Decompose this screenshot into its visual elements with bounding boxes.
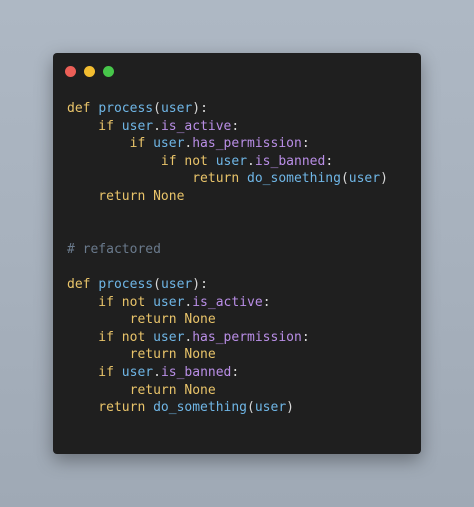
code-token-keyword: return None — [67, 188, 185, 204]
code-line: return None — [67, 346, 388, 364]
code-line: def process(user): — [67, 276, 388, 294]
code-token-punctuation: ( — [153, 101, 161, 116]
code-token-identifier: do_something — [153, 400, 248, 416]
code-token-attribute: is_active — [192, 294, 263, 310]
code-token-identifier: user — [348, 171, 381, 187]
code-window: def process(user): if user.is_active: if… — [53, 53, 421, 454]
code-token-punctuation: ): — [192, 101, 208, 116]
code-token-identifier: process — [98, 276, 154, 292]
minimize-dot-icon[interactable] — [84, 66, 95, 77]
code-token-punctuation: : — [325, 153, 334, 169]
code-token-attribute: has_permission — [192, 329, 302, 345]
code-token-punctuation: ( — [340, 171, 349, 187]
code-token-punctuation: . — [153, 364, 161, 380]
code-token-attribute: is_active — [160, 118, 232, 134]
code-token-punctuation: : — [301, 136, 310, 152]
code-token-identifier: user — [121, 118, 154, 134]
code-token-punctuation: . — [247, 153, 255, 169]
code-token-identifier: do_something — [247, 171, 341, 187]
code-token-keyword: return — [67, 171, 248, 187]
code-token-identifier: process — [98, 101, 154, 116]
code-line: if user.is_banned: — [67, 364, 388, 382]
code-token-comment: # refactored — [67, 241, 161, 257]
code-token-punctuation: . — [153, 118, 161, 134]
code-line: return do_something(user) — [67, 399, 388, 417]
code-token-punctuation: ): — [192, 276, 208, 292]
code-token-identifier: user — [121, 364, 154, 380]
code-token-keyword: if not — [67, 329, 154, 345]
code-token-punctuation: ( — [153, 276, 161, 292]
code-token-keyword: def — [67, 276, 99, 292]
code-token-keyword: def — [67, 101, 99, 116]
code-token-identifier: user — [215, 153, 248, 169]
code-line: if not user.is_banned: — [67, 153, 388, 171]
code-token-keyword: return None — [67, 312, 216, 328]
code-line: return None — [67, 382, 388, 400]
code-token-punctuation: : — [231, 118, 240, 134]
code-token-punctuation: : — [262, 294, 271, 310]
code-token-keyword: return None — [67, 382, 216, 398]
code-line: def process(user): — [67, 100, 388, 118]
code-line: if user.has_permission: — [67, 135, 388, 153]
code-line: return do_something(user) — [67, 170, 388, 188]
code-line: if not user.is_active: — [67, 294, 388, 312]
code-token-keyword: return None — [67, 347, 216, 363]
code-token-keyword: return — [67, 400, 154, 416]
code-token-identifier: user — [160, 101, 193, 116]
maximize-dot-icon[interactable] — [103, 66, 114, 77]
code-token-keyword: if — [67, 136, 154, 152]
code-token-identifier: user — [153, 294, 185, 310]
close-dot-icon[interactable] — [65, 66, 76, 77]
code-token-identifier: user — [153, 329, 185, 345]
code-token-punctuation: : — [301, 329, 310, 345]
code-line: return None — [67, 188, 388, 206]
code-token-attribute: is_banned — [254, 153, 326, 169]
code-token-punctuation: : — [231, 364, 240, 380]
code-line: if user.is_active: — [67, 118, 388, 136]
code-token-punctuation: ) — [286, 400, 294, 416]
code-token-attribute: is_banned — [160, 364, 232, 380]
code-line: # refactored — [67, 241, 388, 259]
code-line: if not user.has_permission: — [67, 329, 388, 347]
code-token-keyword: if — [67, 364, 122, 380]
code-block: def process(user): if user.is_active: if… — [67, 100, 388, 417]
code-token-attribute: has_permission — [192, 136, 302, 152]
code-token-keyword: if — [67, 118, 122, 134]
code-token-punctuation: ( — [247, 400, 255, 416]
code-token-punctuation: ) — [380, 171, 388, 187]
code-token-identifier: user — [160, 276, 193, 292]
code-token-identifier: user — [254, 400, 287, 416]
code-token-keyword: if not — [67, 153, 216, 169]
code-token-keyword: if not — [67, 294, 154, 310]
code-line: return None — [67, 311, 388, 329]
window-controls — [65, 66, 114, 78]
code-token-identifier: user — [153, 136, 185, 152]
